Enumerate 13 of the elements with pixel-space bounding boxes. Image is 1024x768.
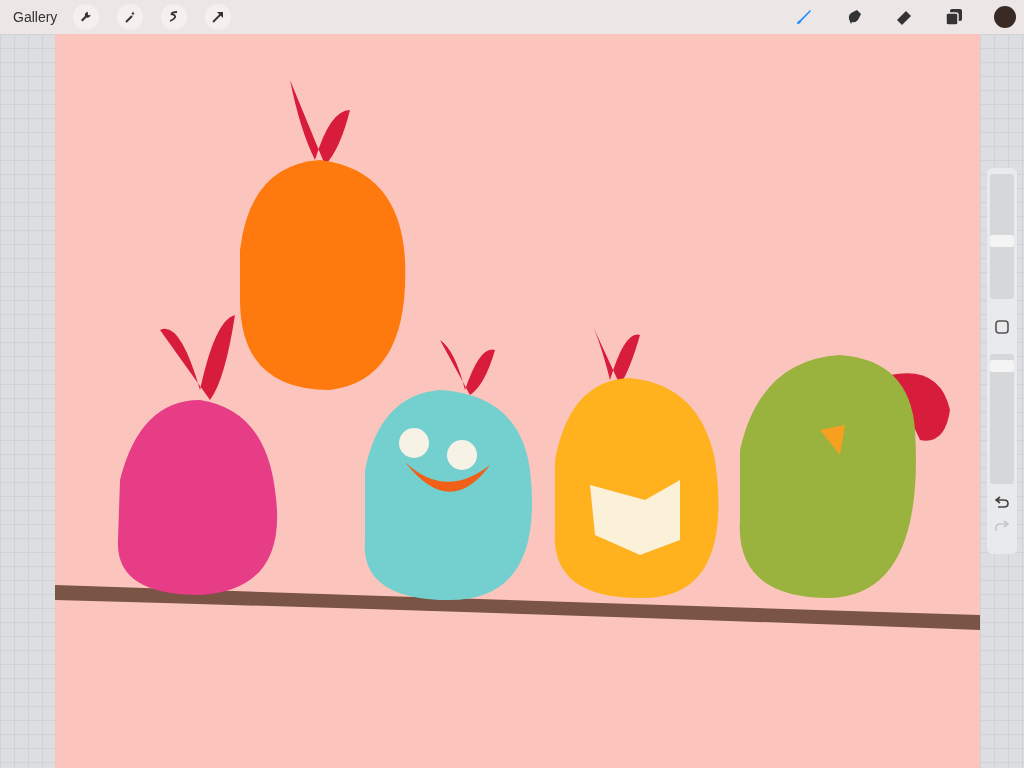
opacity-slider[interactable] [990,354,1014,484]
wrench-icon[interactable] [73,4,100,30]
brush-size-slider[interactable] [990,174,1014,299]
slider-thumb[interactable] [990,235,1014,247]
layers-icon[interactable] [944,7,964,27]
slider-thumb[interactable] [990,359,1014,372]
color-swatch[interactable] [994,6,1016,28]
gallery-button[interactable]: Gallery [13,6,58,28]
square-icon[interactable] [995,319,1009,334]
s-curve-icon[interactable] [161,4,188,30]
undo-icon[interactable] [995,496,1009,508]
brush-icon[interactable] [794,7,814,27]
magic-wand-icon[interactable] [117,4,144,30]
